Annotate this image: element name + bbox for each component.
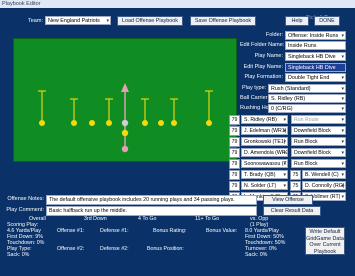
- play-type-select[interactable]: Rush (Standard): [268, 84, 346, 93]
- ball-carrier-label: Ball Carrier:: [240, 95, 270, 101]
- folder-select[interactable]: Offense: Inside Runs: [285, 31, 346, 40]
- help-button[interactable]: Help: [285, 16, 309, 26]
- playbook-editor-window: Pick-A-Team Team: New England Patriots L…: [0, 8, 355, 276]
- lineman-slot[interactable]: N. Solder (LT): [241, 181, 288, 190]
- folder-label: Folder:: [265, 32, 283, 38]
- player-slot[interactable]: D. Amendola (WR2): [241, 148, 288, 157]
- offense-2-label: Offense #2:: [57, 246, 85, 252]
- player-rb: [121, 145, 129, 153]
- jersey-number: 79: [229, 181, 240, 191]
- edit-play-field[interactable]: Singleback HB Dive: [285, 63, 346, 72]
- lineman-slot[interactable]: B. Wendell (C): [302, 170, 346, 179]
- player-slot[interactable]: Soonowawassu (TE2): [241, 159, 288, 168]
- defense-1-label: Defense #1:: [100, 228, 129, 234]
- assignment-select[interactable]: Run Block: [291, 137, 346, 146]
- stats-third-down-header: 3rd Down: [84, 216, 107, 222]
- bonus-position-label: Bonus Position:: [147, 246, 184, 252]
- rushing-hole-label: Rushing Hole:: [240, 105, 275, 111]
- formation-label: Play Formation:: [244, 74, 283, 80]
- defense-2-label: Defense #2:: [100, 246, 129, 252]
- save-playbook-button[interactable]: Save Offense Playbook: [190, 16, 256, 26]
- opp-sack: Sack: 0%: [245, 252, 268, 258]
- formation-select[interactable]: Double Tight End: [285, 73, 346, 82]
- rushing-hole-select[interactable]: 0 (C/RG): [268, 104, 346, 113]
- play-comment-field[interactable]: Basic halfback run up the middle.: [46, 206, 257, 216]
- offense-notes-label: Offense Notes:: [7, 196, 44, 202]
- assignment-select[interactable]: Downfield Block: [291, 126, 346, 135]
- stats-four-to-go-header: 4 To Go: [138, 216, 157, 222]
- bonus-value-label: Bonus Value:: [206, 228, 238, 234]
- jersey-number: 79: [229, 115, 240, 125]
- play-diagram-field[interactable]: [13, 38, 237, 162]
- player-qb: [121, 129, 129, 137]
- jersey-number: 75: [290, 181, 301, 191]
- play-comment-label: Play Comment:: [6, 207, 44, 213]
- edit-folder-field[interactable]: Inside Runs: [285, 41, 346, 50]
- offense-notes-field[interactable]: The default offensive playbook includes …: [46, 195, 257, 205]
- player-wr2: [206, 120, 212, 126]
- player-slot[interactable]: Gronkowski (TE1): [241, 137, 288, 146]
- edit-play-label: Edit Play Name:: [243, 64, 283, 70]
- jersey-number: 79: [229, 137, 240, 147]
- team-label: Team:: [28, 18, 43, 24]
- view-offense-button[interactable]: View Offense: [263, 195, 313, 205]
- lineman-slot[interactable]: T. Brady (QB): [241, 170, 288, 179]
- play-diagram: [38, 83, 213, 153]
- overall-sack: Sack: 0%: [7, 252, 30, 258]
- clear-result-button[interactable]: Clear Result Data: [263, 206, 321, 216]
- window-title: Playbook Editor: [0, 0, 355, 8]
- player-center: [121, 119, 129, 127]
- done-button[interactable]: DONE: [314, 16, 340, 26]
- edit-folder-label: Edit Folder Name:: [240, 42, 285, 48]
- assignment-select[interactable]: Downfield Block: [291, 148, 346, 157]
- load-playbook-button[interactable]: Load Offense Playbook: [117, 16, 183, 26]
- assignment-select[interactable]: Run Block: [291, 159, 346, 168]
- player-slot[interactable]: J. Edelman (WR1): [241, 126, 288, 135]
- bonus-rating-label: Bonus Rating:: [153, 228, 187, 234]
- jersey-number: 79: [229, 126, 240, 136]
- play-name-label: Play Name:: [254, 53, 283, 59]
- play-type-label: Play type:: [242, 85, 267, 91]
- assignment-select[interactable]: Run Route: [291, 115, 346, 124]
- jersey-number: 79: [229, 170, 240, 180]
- player-slot[interactable]: S. Ridley (RB): [241, 115, 288, 124]
- offense-1-label: Offense #1:: [57, 228, 85, 234]
- jersey-number: 79: [229, 148, 240, 158]
- lineman-slot[interactable]: D. Connolly (RG): [302, 181, 346, 190]
- player-wr1: [39, 120, 45, 126]
- ball-carrier-select[interactable]: S. Ridley (RB): [268, 94, 346, 103]
- jersey-number: 75: [290, 170, 301, 180]
- write-default-data-button[interactable]: Write Default GridGame Data Over Current…: [305, 227, 345, 255]
- play-stats-panel: Overall 3rd Down 4 To Go 11+ To Go vs. O…: [0, 216, 355, 276]
- team-select[interactable]: New England Patriots: [45, 16, 111, 25]
- stats-eleven-to-go-header: 11+ To Go: [195, 216, 220, 222]
- play-name-select[interactable]: Singleback HB Dive: [285, 52, 346, 61]
- jersey-number: 79: [229, 159, 240, 169]
